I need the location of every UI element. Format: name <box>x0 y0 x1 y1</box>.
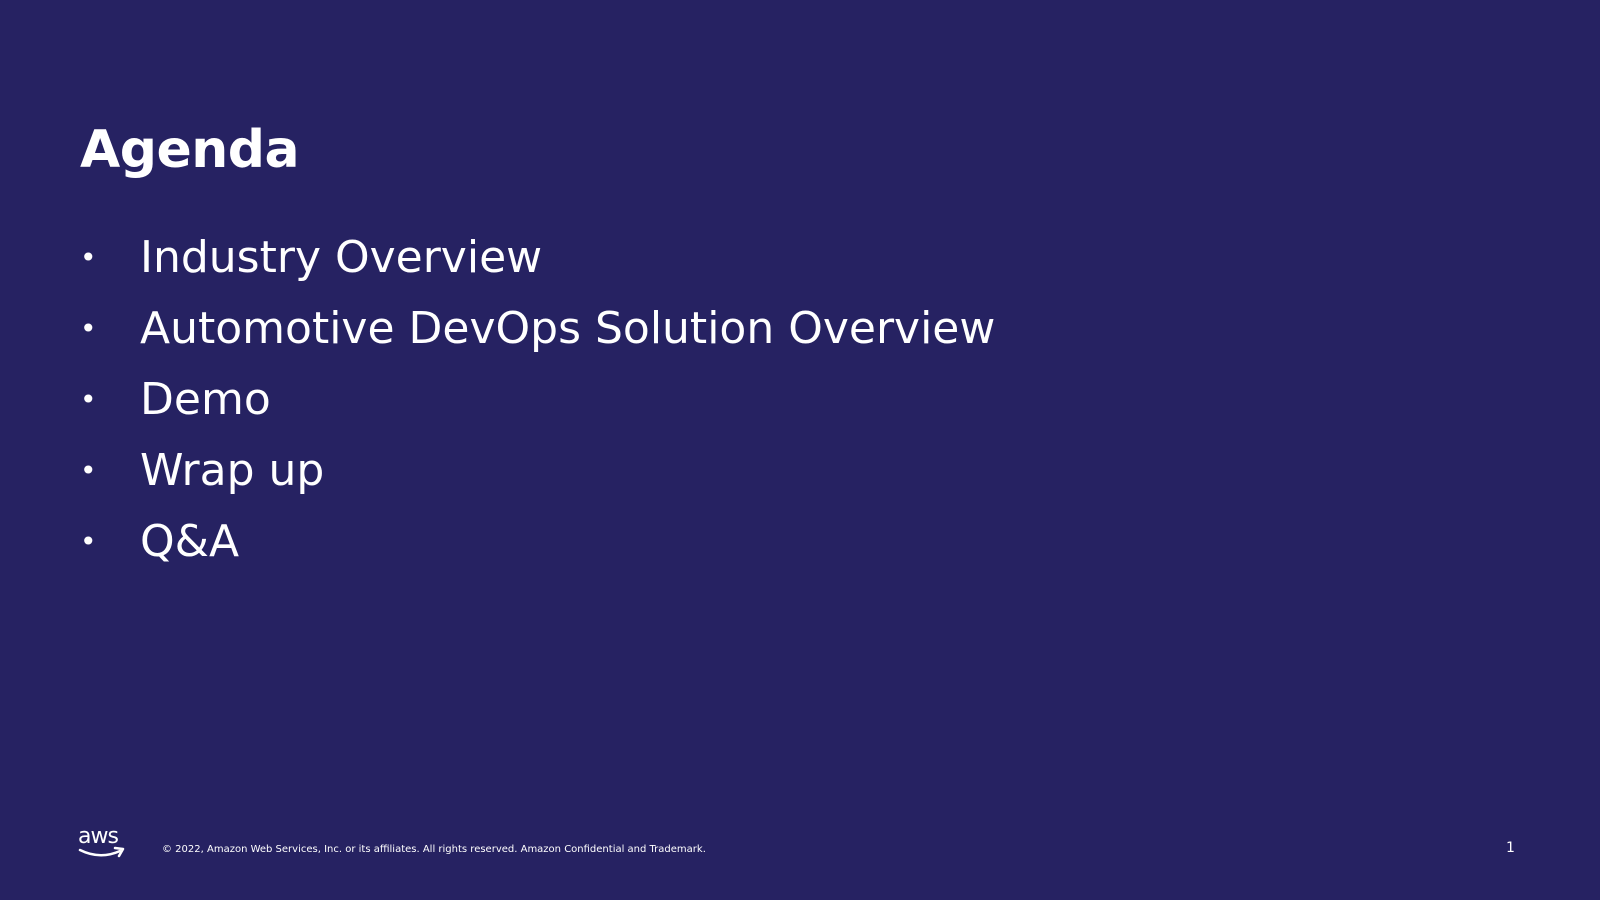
agenda-item-label: Wrap up <box>140 444 325 496</box>
agenda-list: • Industry Overview • Automotive DevOps … <box>80 222 995 577</box>
agenda-item: • Q&A <box>80 506 995 577</box>
slide-title: Agenda <box>80 120 300 180</box>
agenda-item-label: Industry Overview <box>140 231 543 283</box>
agenda-item-label: Demo <box>140 373 271 425</box>
agenda-item: • Industry Overview <box>80 222 995 293</box>
bullet-icon: • <box>80 311 97 345</box>
bullet-icon: • <box>80 382 97 416</box>
copyright-notice: © 2022, Amazon Web Services, Inc. or its… <box>162 844 706 855</box>
agenda-item-label: Q&A <box>140 515 240 567</box>
aws-logo: aws <box>78 824 128 864</box>
agenda-item: • Demo <box>80 364 995 435</box>
page-number: 1 <box>1506 840 1515 856</box>
agenda-item: • Wrap up <box>80 435 995 506</box>
agenda-item-label: Automotive DevOps Solution Overview <box>140 302 996 354</box>
bullet-icon: • <box>80 240 97 274</box>
slide: Agenda • Industry Overview • Automotive … <box>0 0 1600 900</box>
bullet-icon: • <box>80 524 97 558</box>
bullet-icon: • <box>80 453 97 487</box>
aws-smile-icon <box>78 846 125 858</box>
slide-footer: aws © 2022, Amazon Web Services, Inc. or… <box>0 820 1600 870</box>
agenda-item: • Automotive DevOps Solution Overview <box>80 293 995 364</box>
